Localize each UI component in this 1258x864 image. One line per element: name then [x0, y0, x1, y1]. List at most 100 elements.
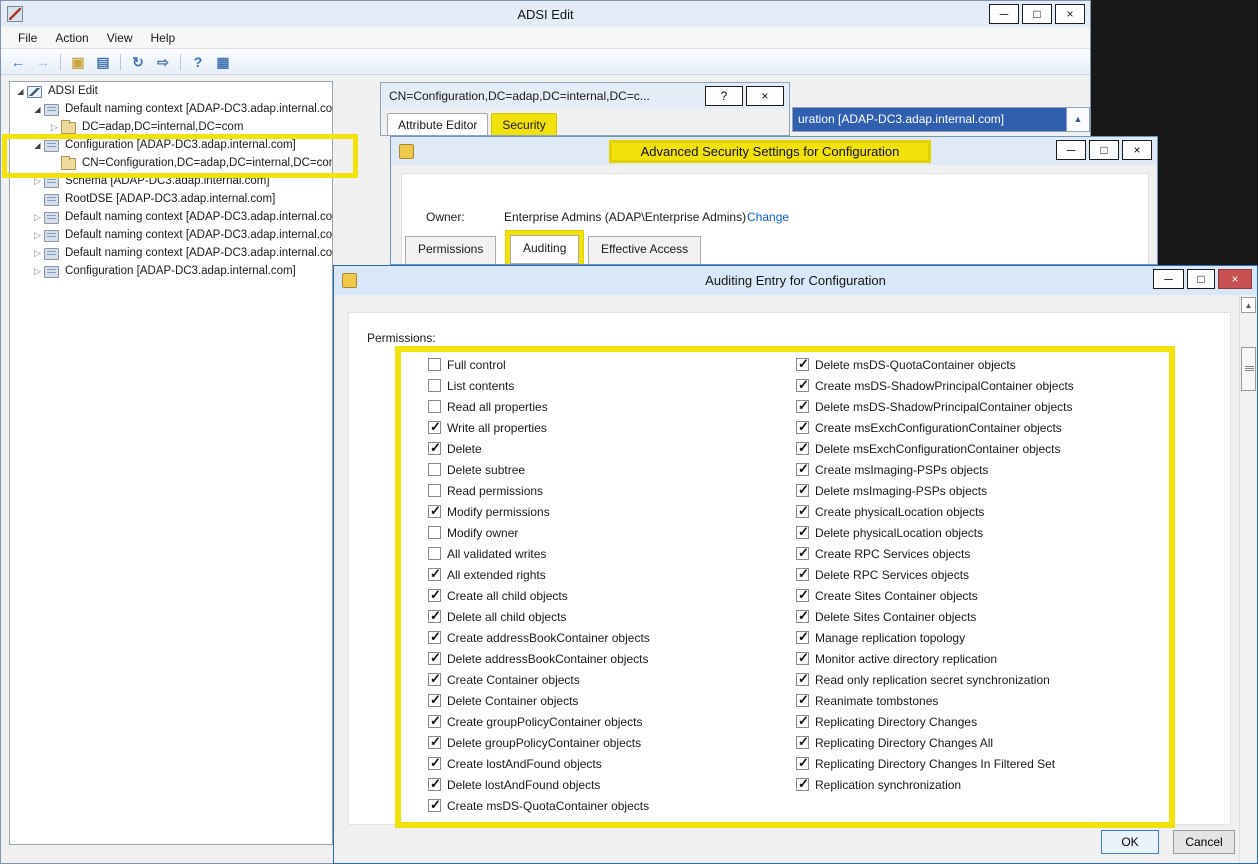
checked-checkbox[interactable] — [428, 568, 441, 581]
forward-icon[interactable]: → — [32, 52, 54, 72]
cancel-button[interactable]: Cancel — [1173, 830, 1235, 854]
tree-item[interactable]: RootDSE [ADAP-DC3.adap.internal.com] — [10, 190, 332, 208]
checked-checkbox[interactable] — [796, 589, 809, 602]
maximize-button[interactable]: □ — [1187, 269, 1215, 289]
checked-checkbox[interactable] — [428, 799, 441, 812]
tab-effective-access[interactable]: Effective Access — [588, 236, 701, 265]
menu-action[interactable]: Action — [46, 29, 97, 47]
checked-checkbox[interactable] — [428, 694, 441, 707]
help-button[interactable]: ? — [705, 86, 743, 106]
maximize-button[interactable]: □ — [1022, 4, 1052, 24]
scrollbar-thumb[interactable] — [1241, 347, 1256, 391]
unchecked-checkbox[interactable] — [428, 400, 441, 413]
checked-checkbox[interactable] — [428, 589, 441, 602]
main-titlebar[interactable]: ADSI Edit ─ □ × — [1, 1, 1090, 27]
checked-checkbox[interactable] — [796, 442, 809, 455]
checked-checkbox[interactable] — [796, 358, 809, 371]
tree-item[interactable]: ▷DC=adap,DC=internal,DC=com — [10, 118, 332, 136]
checked-checkbox[interactable] — [796, 568, 809, 581]
expander-collapsed-icon[interactable]: ▷ — [31, 230, 44, 241]
unchecked-checkbox[interactable] — [428, 484, 441, 497]
tree-item[interactable]: ◢ADSI Edit — [10, 82, 332, 100]
checked-checkbox[interactable] — [796, 379, 809, 392]
properties-titlebar[interactable]: CN=Configuration,DC=adap,DC=internal,DC=… — [381, 83, 789, 109]
advanced-titlebar[interactable]: Advanced Security Settings for Configura… — [391, 137, 1157, 165]
checked-checkbox[interactable] — [428, 631, 441, 644]
close-button[interactable]: × — [1218, 269, 1252, 289]
ok-button[interactable]: OK — [1101, 830, 1159, 854]
scroll-up-icon[interactable]: ▲ — [1066, 108, 1089, 131]
tree-item[interactable]: ▷Configuration [ADAP-DC3.adap.internal.c… — [10, 262, 332, 280]
expander-collapsed-icon[interactable]: ▷ — [48, 122, 61, 133]
expander-collapsed-icon[interactable]: ▷ — [31, 266, 44, 277]
expander-expanded-icon[interactable]: ◢ — [31, 141, 44, 150]
back-icon[interactable]: ← — [7, 52, 29, 72]
minimize-button[interactable]: ─ — [1056, 140, 1086, 160]
expander-expanded-icon[interactable]: ◢ — [31, 105, 44, 114]
tab-attribute-editor[interactable]: Attribute Editor — [387, 113, 488, 136]
menu-file[interactable]: File — [9, 29, 46, 47]
help-icon[interactable]: ? — [187, 52, 209, 72]
checked-checkbox[interactable] — [796, 400, 809, 413]
checked-checkbox[interactable] — [796, 715, 809, 728]
checked-checkbox[interactable] — [796, 736, 809, 749]
change-owner-link[interactable]: Change — [747, 210, 789, 224]
tree-item[interactable]: ▷Default naming context [ADAP-DC3.adap.i… — [10, 226, 332, 244]
checked-checkbox[interactable] — [796, 463, 809, 476]
checked-checkbox[interactable] — [796, 484, 809, 497]
expander-collapsed-icon[interactable]: ▷ — [31, 248, 44, 259]
unchecked-checkbox[interactable] — [428, 379, 441, 392]
checked-checkbox[interactable] — [796, 505, 809, 518]
checked-checkbox[interactable] — [428, 757, 441, 770]
expander-expanded-icon[interactable]: ◢ — [14, 87, 27, 96]
menu-view[interactable]: View — [98, 29, 142, 47]
properties-table-icon[interactable]: ▦ — [212, 52, 234, 72]
checked-checkbox[interactable] — [796, 757, 809, 770]
menu-help[interactable]: Help — [142, 29, 185, 47]
checked-checkbox[interactable] — [428, 442, 441, 455]
expander-collapsed-icon[interactable]: ▷ — [31, 212, 44, 223]
checked-checkbox[interactable] — [796, 526, 809, 539]
checked-checkbox[interactable] — [796, 631, 809, 644]
tree-item[interactable]: ▷Default naming context [ADAP-DC3.adap.i… — [10, 208, 332, 226]
checked-checkbox[interactable] — [428, 652, 441, 665]
expander-collapsed-icon[interactable]: ▷ — [31, 176, 44, 187]
checked-checkbox[interactable] — [428, 715, 441, 728]
tree-item[interactable]: ▷Default naming context [ADAP-DC3.adap.i… — [10, 244, 332, 262]
tree-item[interactable]: ◢Default naming context [ADAP-DC3.adap.i… — [10, 100, 332, 118]
scroll-up-icon[interactable]: ▲ — [1241, 297, 1256, 313]
tab-permissions[interactable]: Permissions — [405, 236, 496, 265]
tree-item[interactable]: CN=Configuration,DC=adap,DC=internal,DC=… — [10, 154, 332, 172]
tab-security[interactable]: Security — [491, 113, 556, 136]
unchecked-checkbox[interactable] — [428, 547, 441, 560]
tab-auditing[interactable]: Auditing — [510, 235, 579, 264]
checked-checkbox[interactable] — [796, 610, 809, 623]
checked-checkbox[interactable] — [428, 736, 441, 749]
minimize-button[interactable]: ─ — [1153, 269, 1184, 289]
vertical-scrollbar[interactable]: ▲ — [1239, 295, 1256, 863]
checked-checkbox[interactable] — [796, 694, 809, 707]
checked-checkbox[interactable] — [428, 421, 441, 434]
close-button[interactable]: × — [746, 86, 784, 106]
tree-item[interactable]: ▷Schema [ADAP-DC3.adap.internal.com] — [10, 172, 332, 190]
close-button[interactable]: × — [1122, 140, 1152, 160]
checked-checkbox[interactable] — [796, 547, 809, 560]
checked-checkbox[interactable] — [428, 778, 441, 791]
unchecked-checkbox[interactable] — [428, 358, 441, 371]
maximize-button[interactable]: □ — [1089, 140, 1119, 160]
export-list-icon[interactable]: ⇨ — [152, 52, 174, 72]
checked-checkbox[interactable] — [796, 778, 809, 791]
checked-checkbox[interactable] — [796, 652, 809, 665]
show-console-tree-icon[interactable]: ▤ — [92, 52, 114, 72]
unchecked-checkbox[interactable] — [428, 463, 441, 476]
checked-checkbox[interactable] — [428, 673, 441, 686]
unchecked-checkbox[interactable] — [428, 526, 441, 539]
auditing-titlebar[interactable]: Auditing Entry for Configuration ─ □ × — [334, 266, 1257, 295]
checked-checkbox[interactable] — [428, 610, 441, 623]
close-button[interactable]: × — [1055, 4, 1085, 24]
minimize-button[interactable]: ─ — [989, 4, 1019, 24]
checked-checkbox[interactable] — [796, 673, 809, 686]
refresh-icon[interactable]: ↻ — [127, 52, 149, 72]
checked-checkbox[interactable] — [796, 421, 809, 434]
tree-item[interactable]: ◢Configuration [ADAP-DC3.adap.internal.c… — [10, 136, 332, 154]
